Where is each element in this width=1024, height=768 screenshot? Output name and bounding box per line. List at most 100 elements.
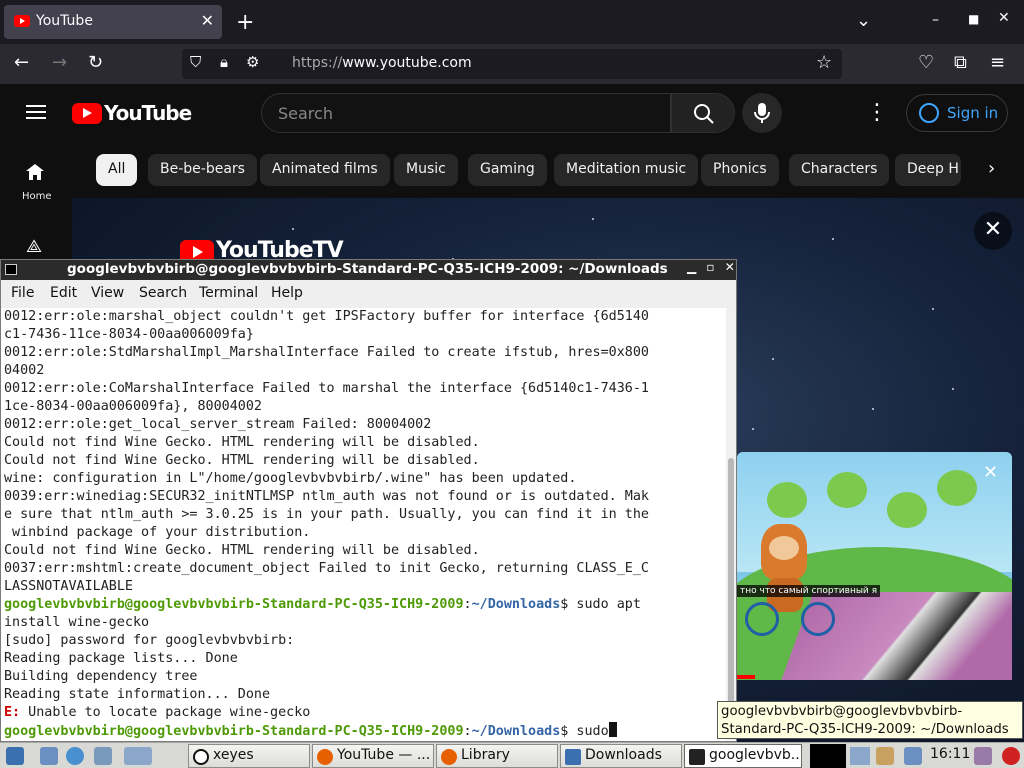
list-all-tabs-icon[interactable]: ⌄ [856,10,871,31]
chip-animated-films[interactable]: Animated films [260,154,390,186]
error-prefix: E: [4,705,21,720]
show-desktop-icon[interactable] [94,747,112,765]
menu-help[interactable]: Help [271,285,303,301]
minimize-window-icon[interactable]: – [932,12,939,28]
taskbar-tooltip: googlevbvbvbirb@googlevbvbvbirb-Standard… [717,701,1023,739]
permissions-icon[interactable]: ⚙ [246,53,259,71]
shorts-icon[interactable]: ⟁ [26,236,44,258]
close-icon[interactable]: ✕ [725,260,735,274]
close-window-icon[interactable]: ✕ [998,10,1010,26]
window-list-icon[interactable] [124,747,152,765]
reload-icon[interactable]: ↻ [88,52,103,73]
terminal-line: LASSNOTAVAILABLE [4,579,133,594]
terminal-icon [5,264,17,275]
command-input: sudo [576,724,609,739]
terminal-line: 0012:err:ole:CoMarshalInterface Failed t… [4,381,649,396]
workspace-pager[interactable] [850,747,870,765]
menu-terminal[interactable]: Terminal [199,285,258,301]
chip-be-be-bears[interactable]: Be-be-bears [148,154,257,186]
tree-decoration [937,470,977,506]
taskbar-item-downloads[interactable]: Downloads [560,744,682,768]
maximize-icon[interactable]: ▫ [706,260,714,274]
sign-in-button[interactable]: Sign in [906,94,1008,132]
terminal-line: wine: configuration in L"/home/googlevbv… [4,471,577,486]
terminal-output[interactable]: 0012:err:ole:marshal_object couldn't get… [4,308,725,740]
menu-file[interactable]: File [11,285,34,301]
lock-icon[interactable]: 🔒︎ [220,53,228,71]
taskbar-item-youtube[interactable]: YouTube — ... [312,744,434,768]
guide-menu-icon[interactable] [26,105,46,107]
prompt-user: googlevbvbvbirb@googlevbvbvbirb-Standard… [4,597,464,612]
search-tool-icon[interactable] [904,747,922,765]
tree-decoration [767,482,807,518]
extensions-icon[interactable]: ⧉ [954,52,967,73]
taskbar-item-terminal[interactable]: googlevbvb... [684,744,802,768]
tree-decoration [827,472,867,508]
menu-view[interactable]: View [91,285,124,301]
chip-deep[interactable]: Deep H [895,154,961,186]
settings-menu-icon[interactable]: ⋮ [866,100,888,125]
search-input[interactable]: Search [261,93,671,133]
video-thumbnail[interactable]: тно что самый спортивный я ✕ [737,452,1012,680]
banner-close-icon[interactable]: ✕ [974,212,1012,250]
power-icon[interactable] [1002,747,1020,765]
youtube-logo-icon[interactable] [72,103,102,124]
taskbar-item-xeyes[interactable]: xeyes [188,744,310,768]
terminal-line: Could not find Wine Gecko. HTML renderin… [4,543,480,558]
pocket-icon[interactable]: ♡ [918,52,934,73]
bicycle-wheel [745,602,779,636]
chips-next-icon[interactable]: › [988,158,995,179]
terminal-window[interactable]: googlevbvbvbirb@googlevbvbvbirb-Standard… [0,259,737,742]
chip-gaming[interactable]: Gaming [468,154,547,186]
tab-title: YouTube [36,13,93,29]
start-menu-icon[interactable] [6,747,24,765]
clipboard-icon[interactable] [876,747,894,765]
forward-icon[interactable]: → [52,52,67,73]
bookmark-star-icon[interactable]: ☆ [816,52,832,73]
url-bar[interactable]: ⛉ 🔒︎ ⚙ https://www.youtube.com ☆ [182,49,842,79]
workspace-pager[interactable] [810,744,846,768]
chip-music[interactable]: Music [394,154,458,186]
microphone-icon [754,103,770,123]
back-icon[interactable]: ← [14,52,29,73]
volume-icon[interactable] [974,747,992,765]
menu-icon[interactable]: ≡ [990,52,1005,73]
youtube-logo-text[interactable]: YouTube [104,101,192,125]
terminal-line: winbind package of your distribution. [4,525,311,540]
chip-all[interactable]: All [96,154,138,186]
terminal-line: 04002 [4,363,45,378]
scrollbar-thumb[interactable] [728,458,734,738]
browser-tab-bar: YouTube ✕ + ⌄ – ■ ✕ [0,0,1024,44]
youtube-favicon-icon [14,15,30,27]
home-label[interactable]: Home [22,191,52,202]
url-text[interactable]: https://www.youtube.com [292,55,472,71]
terminal-titlebar[interactable]: googlevbvbvbirb@googlevbvbvbirb-Standard… [1,260,736,280]
search-button[interactable] [671,93,735,133]
new-tab-button[interactable]: + [236,10,254,35]
menu-edit[interactable]: Edit [50,285,77,301]
minimize-icon[interactable]: ▁ [687,260,696,274]
chip-meditation-music[interactable]: Meditation music [554,154,699,186]
menu-search[interactable]: Search [139,285,187,301]
thumbnail-close-icon[interactable]: ✕ [983,462,998,483]
terminal-line: Could not find Wine Gecko. HTML renderin… [4,435,480,450]
tab-youtube[interactable]: YouTube ✕ [4,5,222,39]
voice-search-button[interactable] [742,93,782,133]
file-manager-icon[interactable] [40,747,58,765]
prompt-user: googlevbvbvbirb@googlevbvbvbirb-Standard… [4,724,464,739]
taskbar-item-library[interactable]: Library [436,744,558,768]
terminal-scrollbar[interactable] [726,308,736,740]
tab-close-icon[interactable]: ✕ [201,11,214,30]
maximize-window-icon[interactable]: ■ [968,12,979,26]
clock[interactable]: 16:11 [930,746,970,762]
terminal-error-line: E: Unable to locate package wine-gecko [4,704,725,722]
bear-character [761,524,807,580]
shield-icon[interactable]: ⛉ [190,53,201,71]
chip-phonics[interactable]: Phonics [701,154,779,186]
web-browser-icon[interactable] [66,747,84,765]
text-cursor [608,722,617,737]
home-icon[interactable] [26,164,44,180]
terminal-prompt-line[interactable]: googlevbvbvbirb@googlevbvbvbirb-Standard… [4,722,725,740]
chip-characters[interactable]: Characters [789,154,890,186]
video-progress-bar[interactable] [737,675,755,679]
